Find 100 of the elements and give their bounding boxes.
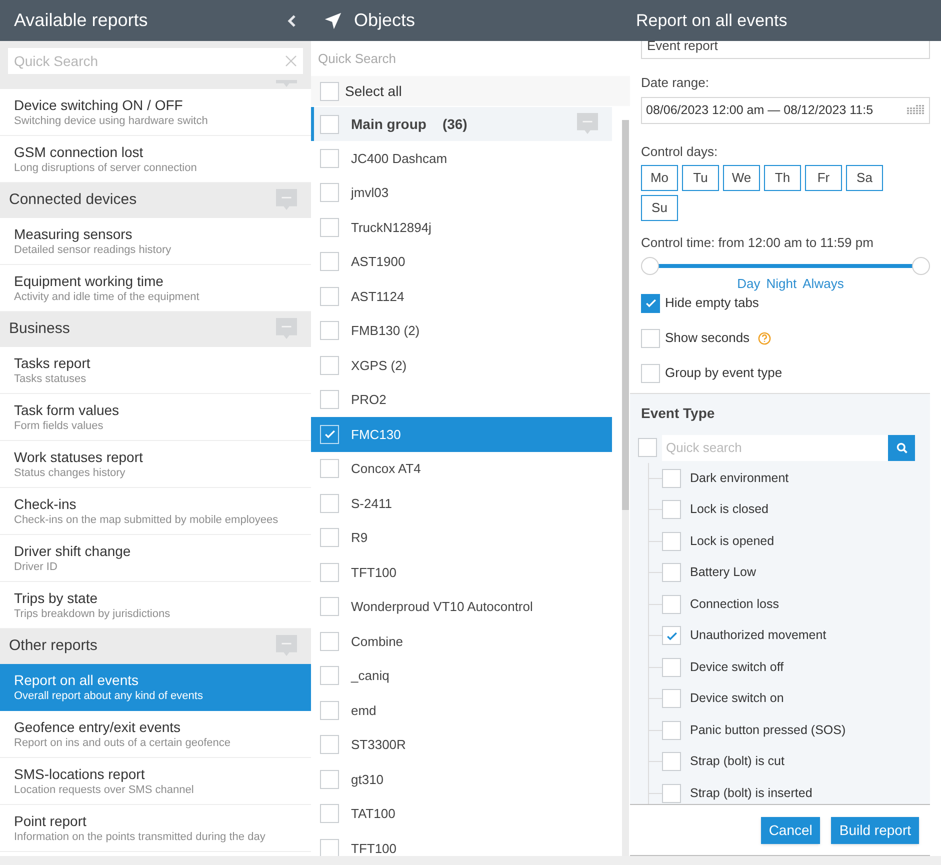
checkbox[interactable]	[320, 390, 339, 410]
day-button[interactable]: Mo	[641, 165, 678, 191]
event-type-label[interactable]: Unauthorized movement	[690, 626, 826, 646]
checkbox[interactable]	[320, 252, 339, 272]
clear-icon[interactable]	[285, 54, 297, 66]
checkbox[interactable]	[662, 500, 681, 520]
report-name-field[interactable]: Event report	[641, 41, 930, 59]
checkbox[interactable]	[320, 494, 339, 513]
checkbox[interactable]	[662, 784, 681, 803]
checkbox[interactable]	[662, 594, 681, 614]
object-name: FMB130 (2)	[351, 322, 420, 340]
checkbox[interactable]	[638, 438, 657, 457]
event-type-label[interactable]: Dark environment	[690, 468, 789, 488]
checkbox[interactable]	[320, 321, 339, 340]
group-header[interactable]: Connected devices	[0, 183, 311, 218]
checkbox[interactable]	[320, 735, 339, 754]
collapse-icon[interactable]	[276, 635, 297, 658]
select-all-label[interactable]: Select all	[345, 80, 402, 102]
group-row[interactable]: Main group (36)	[311, 107, 612, 141]
checkbox[interactable]	[662, 658, 681, 677]
checkbox[interactable]	[320, 666, 339, 686]
event-type-label[interactable]: Strap (bolt) is inserted	[690, 784, 812, 803]
group-title: Business	[9, 319, 70, 340]
checkbox[interactable]	[641, 364, 660, 382]
checkbox[interactable]	[320, 770, 339, 789]
collapse-icon[interactable]	[276, 189, 297, 212]
event-type-label[interactable]: Device switch off	[690, 658, 784, 677]
checkbox[interactable]	[320, 148, 339, 168]
checkbox[interactable]	[320, 597, 339, 616]
report-description: Location requests over SMS channel	[14, 782, 195, 798]
checkbox[interactable]	[320, 183, 339, 202]
checkbox[interactable]	[320, 838, 339, 856]
time-preset-link[interactable]: Always	[802, 276, 844, 292]
action-button[interactable]: Cancel	[760, 816, 820, 844]
day-button[interactable]: Fr	[805, 165, 842, 191]
checkbox[interactable]	[320, 632, 339, 651]
option-label[interactable]: Show seconds	[665, 328, 750, 348]
day-button[interactable]: Sa	[846, 165, 883, 191]
option-label[interactable]: Hide empty tabs	[665, 293, 759, 313]
day-button[interactable]: Tu	[682, 165, 719, 191]
checkbox[interactable]	[320, 528, 339, 548]
object-name: jmvl03	[351, 184, 389, 202]
chevron-left-icon[interactable]	[287, 14, 297, 28]
search-field[interactable]: Quick Search	[8, 48, 303, 74]
checkbox[interactable]	[320, 356, 339, 375]
report-title: GSM connection lost	[14, 142, 144, 160]
help-icon[interactable]	[758, 332, 771, 344]
object-name: PRO2	[351, 391, 386, 409]
collapse-icon[interactable]	[276, 318, 297, 341]
option-label[interactable]: Group by event type	[665, 363, 782, 383]
checkbox[interactable]	[662, 626, 681, 646]
day-button[interactable]: Su	[641, 195, 678, 221]
day-button[interactable]: We	[723, 165, 760, 191]
slider-handle[interactable]	[912, 256, 930, 274]
checkbox[interactable]	[641, 328, 660, 348]
report-description: Long disruptions of server connection	[14, 160, 198, 176]
checkbox[interactable]	[320, 82, 339, 100]
report-title: Tasks report	[14, 354, 92, 372]
search-field[interactable]: Quick search	[662, 434, 888, 460]
collapse-icon[interactable]	[577, 112, 598, 136]
report-title: Check-ins	[14, 494, 78, 512]
search-button[interactable]	[888, 434, 915, 460]
object-name: S-2411	[351, 494, 392, 512]
checkbox[interactable]	[662, 532, 681, 551]
event-type-label[interactable]: Connection loss	[690, 594, 779, 614]
checkbox[interactable]	[662, 689, 681, 708]
checkbox[interactable]	[320, 286, 339, 306]
event-type-label[interactable]: Panic button pressed (SOS)	[690, 720, 846, 740]
checkbox[interactable]	[320, 804, 339, 824]
event-type-label[interactable]: Strap (bolt) is cut	[690, 752, 784, 772]
checkbox[interactable]	[662, 752, 681, 772]
time-slider[interactable]	[641, 256, 930, 274]
event-type-label[interactable]: Device switch on	[690, 689, 784, 708]
calendar-icon[interactable]	[907, 105, 925, 115]
group-count: (36)	[442, 114, 468, 134]
checkbox[interactable]	[320, 562, 339, 582]
checkbox[interactable]	[320, 114, 339, 134]
checkbox[interactable]	[641, 294, 660, 312]
time-preset-link[interactable]: Day	[737, 276, 760, 292]
search-field[interactable]: Quick Search	[318, 48, 623, 68]
checkbox[interactable]	[662, 563, 681, 582]
checkbox[interactable]	[320, 700, 339, 720]
date-range-field[interactable]: 08/06/2023 12:00 am — 08/12/2023 11:5	[641, 96, 930, 124]
checkbox[interactable]	[662, 468, 681, 488]
time-preset-link[interactable]: Night	[766, 276, 797, 292]
event-type-label[interactable]: Battery Low	[690, 563, 756, 582]
scrollbar[interactable]	[622, 120, 629, 856]
report-item[interactable]: Report on all events Overall report about any kind of events	[0, 664, 311, 711]
day-button[interactable]: Th	[764, 165, 801, 191]
object-row[interactable]: FMC130	[311, 417, 612, 452]
group-header[interactable]: Other reports	[0, 629, 311, 664]
event-type-label[interactable]: Lock is opened	[690, 532, 774, 551]
event-type-label[interactable]: Lock is closed	[690, 500, 769, 520]
group-header[interactable]: Business	[0, 312, 311, 347]
checkbox[interactable]	[662, 720, 681, 740]
action-button[interactable]: Build report	[831, 816, 919, 844]
checkbox[interactable]	[320, 218, 339, 237]
report-description: Switching device using hardware switch	[14, 114, 209, 128]
checkbox[interactable]	[320, 459, 339, 478]
slider-handle[interactable]	[641, 256, 659, 274]
